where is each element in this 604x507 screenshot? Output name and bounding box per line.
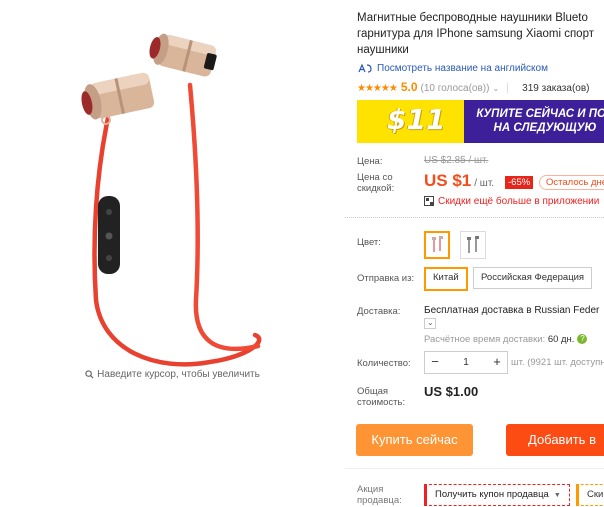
quantity-stepper: − 1 + xyxy=(424,351,508,374)
product-title: Магнитные беспроводные наушники Blueto г… xyxy=(357,12,594,56)
promo-banner[interactable]: $11 КУПИТЕ СЕЙЧАС И ПОЛ НА СЛЕДУЮЩУЮ xyxy=(357,100,604,143)
current-price: US $1/ шт. xyxy=(424,171,495,190)
earphones-thumbnail-icon xyxy=(432,236,443,252)
rating-stars-icon: ★★★★★ xyxy=(357,83,398,94)
stock-available: шт. (9921 шт. доступн xyxy=(511,357,604,368)
earphones-thumbnail-icon xyxy=(467,236,479,253)
discount-price-label: Цена со скидкой: xyxy=(357,172,395,194)
delivery-estimate: Расчётное время доставки: 60 дн.? xyxy=(424,334,588,345)
rating-row: ★★★★★ 5.0 (10 голоса(ов)) ⌄ 319 заказа(ов) xyxy=(357,80,590,94)
old-price: US $2.85 / шт. xyxy=(424,155,489,166)
price-label: Цена: xyxy=(357,156,383,167)
rating-value: 5.0 xyxy=(400,80,418,94)
color-swatch-black-selected[interactable] xyxy=(424,231,450,259)
app-discount-link[interactable]: Скидки ещё больше в приложении xyxy=(424,196,599,207)
add-to-cart-button[interactable]: Добавить в xyxy=(506,424,604,456)
time-remaining-badge: Осталось дне xyxy=(539,175,604,190)
translate-title-link[interactable]: Посмотреть название на английском xyxy=(357,63,548,74)
chevron-down-icon: ⌄ xyxy=(492,84,500,93)
quantity-decrement-button[interactable]: − xyxy=(425,352,445,373)
ship-from-russia[interactable]: Российская Федерация xyxy=(473,267,593,289)
total-label: Общая стоимость: xyxy=(357,386,406,408)
quantity-increment-button[interactable]: + xyxy=(487,352,507,373)
banner-amount: $11 xyxy=(387,103,446,136)
seller-promo-label: Акция продавца: xyxy=(357,484,402,506)
product-info-panel: Магнитные беспроводные наушники Blueto г… xyxy=(345,0,604,507)
divider xyxy=(345,217,604,218)
buy-now-button[interactable]: Купить сейчас xyxy=(356,424,473,456)
zoom-hint: Наведите курсор, чтобы увеличить xyxy=(0,369,345,380)
qr-code-icon xyxy=(424,196,434,207)
product-image[interactable] xyxy=(0,0,345,380)
banner-text: КУПИТЕ СЕЙЧАС И ПОЛ НА СЛЕДУЮЩУЮ xyxy=(476,108,604,134)
color-swatch-white[interactable] xyxy=(460,231,486,259)
discount-badge: -65% xyxy=(505,176,534,189)
discount-coupon-tag[interactable]: Ски xyxy=(576,484,604,506)
reviews-link[interactable]: (10 голоса(ов)) xyxy=(421,83,490,94)
ship-from-label: Отправка из: xyxy=(357,273,415,284)
ship-from-china[interactable]: Китай xyxy=(424,267,468,291)
get-seller-coupon-dropdown[interactable]: Получить купон продавца ▼ xyxy=(424,484,570,506)
divider xyxy=(345,468,604,469)
delivery-dropdown[interactable]: ⌄ xyxy=(424,318,436,329)
chevron-down-icon: ⌄ xyxy=(427,318,434,327)
delivery-value: Бесплатная доставка в Russian Feder xyxy=(424,305,600,316)
magnifier-icon xyxy=(85,370,94,379)
translate-icon xyxy=(358,63,372,73)
help-icon[interactable]: ? xyxy=(577,334,588,345)
orders-count: 319 заказа(ов) xyxy=(522,83,590,94)
product-gallery: Наведите курсор, чтобы увеличить xyxy=(0,0,345,507)
quantity-input[interactable]: 1 xyxy=(445,352,487,373)
caret-down-icon: ▼ xyxy=(553,492,561,499)
quantity-label: Количество: xyxy=(357,358,411,369)
divider xyxy=(507,83,509,94)
delivery-label: Доставка: xyxy=(357,306,401,317)
total-value: US $1.00 xyxy=(424,384,479,399)
color-label: Цвет: xyxy=(357,237,381,248)
